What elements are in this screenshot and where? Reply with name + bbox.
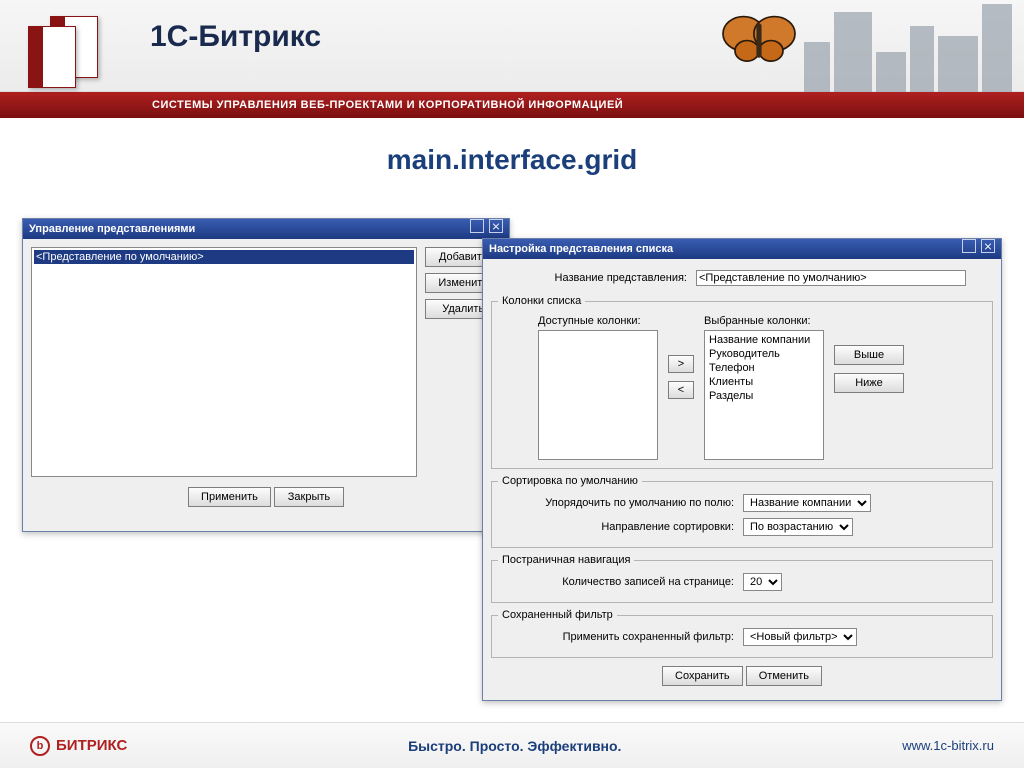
slide-footer: b БИТРИКС Быстро. Просто. Эффективно. ww… [0, 722, 1024, 768]
selected-column-item[interactable]: Клиенты [707, 375, 821, 389]
sort-dir-label: Направление сортировки: [500, 517, 740, 537]
product-boxes-illustration [18, 12, 118, 92]
sort-field-label: Упорядочить по умолчанию по полю: [500, 493, 740, 513]
close-icon[interactable] [489, 219, 503, 233]
sort-group-label: Сортировка по умолчанию [498, 475, 642, 487]
filter-group: Сохраненный фильтр Применить сохраненный… [491, 609, 993, 658]
pager-group: Постраничная навигация Количество записе… [491, 554, 993, 603]
selected-column-item[interactable]: Название компании [707, 333, 821, 347]
view-name-label: Название представления: [493, 269, 693, 287]
move-right-button[interactable]: > [668, 355, 694, 373]
cancel-button[interactable]: Отменить [746, 666, 822, 686]
close-icon[interactable] [981, 239, 995, 253]
header-tagline: СИСТЕМЫ УПРАВЛЕНИЯ ВЕБ-ПРОЕКТАМИ И КОРПО… [0, 92, 1024, 118]
selected-column-item[interactable]: Телефон [707, 361, 821, 375]
saved-filter-select[interactable]: <Новый фильтр> [743, 628, 857, 646]
skyline-illustration [804, 0, 1024, 92]
apply-button[interactable]: Применить [188, 487, 271, 507]
maximize-icon[interactable] [470, 219, 484, 233]
brand-title: 1С-Битрикс [150, 20, 321, 54]
views-listbox[interactable]: <Представление по умолчанию> [31, 247, 417, 477]
view-settings-titlebar[interactable]: Настройка представления списка [483, 239, 1001, 259]
sort-field-select[interactable]: Название компании [743, 494, 871, 512]
pager-label: Количество записей на странице: [500, 572, 740, 592]
view-name-input[interactable] [696, 270, 966, 286]
logo-icon: b [30, 736, 50, 756]
filter-group-label: Сохраненный фильтр [498, 609, 617, 621]
footer-brand: БИТРИКС [56, 737, 127, 754]
footer-logo: b БИТРИКС [30, 736, 127, 756]
view-settings-dialog: Настройка представления списка Название … [482, 238, 1002, 701]
sort-dir-select[interactable]: По возрастанию [743, 518, 853, 536]
page-title: main.interface.grid [0, 144, 1024, 176]
filter-label: Применить сохраненный фильтр: [500, 627, 740, 647]
manage-views-title: Управление представлениями [29, 219, 195, 239]
move-left-button[interactable]: < [668, 381, 694, 399]
selected-columns-listbox[interactable]: Название компанииРуководительТелефонКлие… [704, 330, 824, 460]
columns-group: Колонки списка Доступные колонки: > < Вы… [491, 295, 993, 469]
pager-group-label: Постраничная навигация [498, 554, 634, 566]
move-down-button[interactable]: Ниже [834, 373, 904, 393]
footer-url: www.1c-bitrix.ru [902, 738, 994, 753]
slide-header: 1С-Битрикс [0, 0, 1024, 92]
columns-group-label: Колонки списка [498, 295, 585, 307]
views-list-item[interactable]: <Представление по умолчанию> [34, 250, 414, 264]
close-button[interactable]: Закрыть [274, 487, 344, 507]
selected-columns-label: Выбранные колонки: [704, 315, 824, 327]
view-settings-title: Настройка представления списка [489, 239, 673, 259]
manage-views-titlebar[interactable]: Управление представлениями [23, 219, 509, 239]
save-button[interactable]: Сохранить [662, 666, 743, 686]
move-up-button[interactable]: Выше [834, 345, 904, 365]
maximize-icon[interactable] [962, 239, 976, 253]
selected-column-item[interactable]: Руководитель [707, 347, 821, 361]
butterfly-icon [714, 8, 804, 68]
available-columns-label: Доступные колонки: [538, 315, 658, 327]
manage-views-dialog: Управление представлениями <Представлени… [22, 218, 510, 532]
available-columns-listbox[interactable] [538, 330, 658, 460]
selected-column-item[interactable]: Разделы [707, 389, 821, 403]
pager-size-select[interactable]: 20 [743, 573, 782, 591]
footer-slogan: Быстро. Просто. Эффективно. [408, 738, 621, 754]
sort-group: Сортировка по умолчанию Упорядочить по у… [491, 475, 993, 548]
